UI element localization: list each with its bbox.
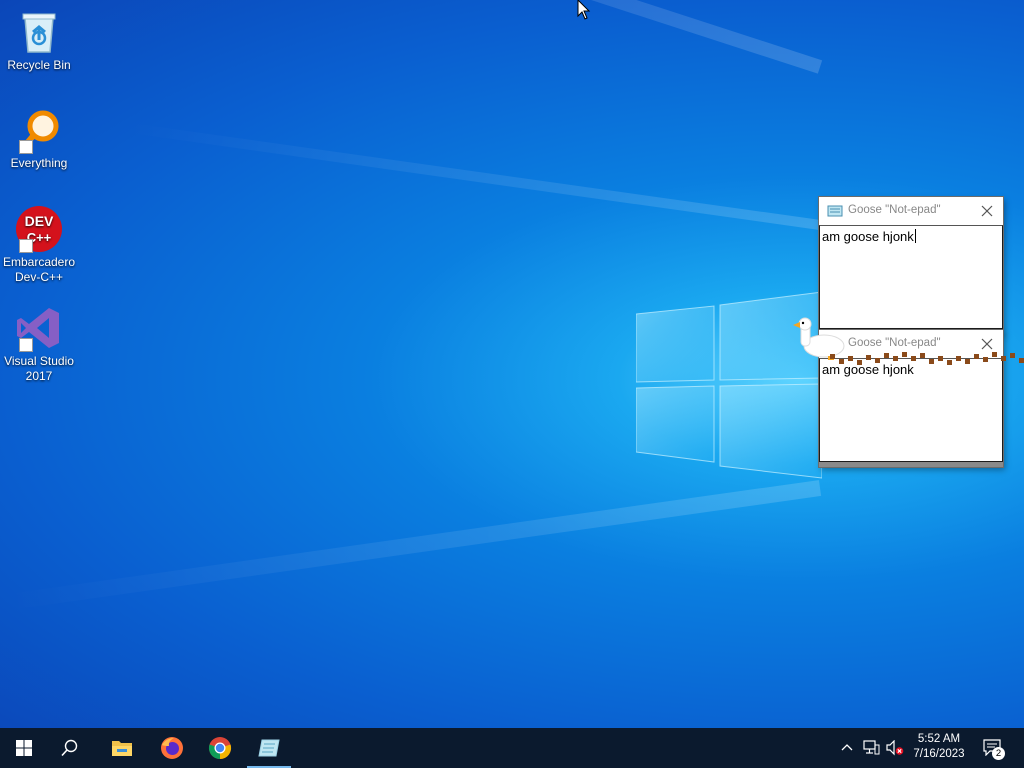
desktop-icon-everything[interactable]: Everything: [0, 106, 78, 171]
desktop-icon-devcpp[interactable]: DEV C++ Embarcadero Dev-C++: [0, 205, 78, 285]
shortcut-arrow-icon: [19, 140, 33, 154]
folder-icon: [112, 741, 132, 756]
desktop-icon-label: Recycle Bin: [7, 58, 71, 72]
text-caret: [914, 229, 916, 243]
footprint-mark: [1010, 353, 1015, 358]
footprint-mark: [938, 356, 943, 361]
footprint-mark: [893, 356, 898, 361]
search-icon: [61, 739, 78, 757]
footprint-mark: [920, 353, 925, 358]
desktop-icon-recycle-bin[interactable]: Recycle Bin: [0, 8, 78, 73]
volume-muted-icon: [886, 740, 904, 756]
footprint-mark: [974, 354, 979, 359]
footprint-mark: [992, 352, 997, 357]
desktop-icon-label: Everything: [10, 156, 68, 170]
footprint-mark: [848, 356, 853, 361]
recycle-bin-icon: [15, 8, 63, 56]
footprint-mark: [866, 355, 871, 360]
footprint-mark: [947, 360, 952, 365]
search-button[interactable]: [46, 728, 94, 768]
footprint-mark: [875, 358, 880, 363]
show-hidden-icons-button[interactable]: [836, 728, 856, 768]
volume-button[interactable]: [884, 728, 906, 768]
footprint-mark: [956, 356, 961, 361]
firefox-icon: [161, 737, 183, 759]
title-bar[interactable]: Goose "Not-epad": [819, 197, 1003, 225]
close-icon[interactable]: [977, 201, 997, 221]
footprint-mark: [884, 353, 889, 358]
footprint-mark: [839, 359, 844, 364]
footprint-mark: [1019, 358, 1024, 363]
note-text: am goose hjonk: [822, 229, 914, 244]
footprint-mark: [983, 357, 988, 362]
desktop-icon-label: Visual Studio 2017: [4, 354, 74, 383]
visual-studio-icon: [15, 304, 63, 352]
devcpp-icon: DEV C++: [15, 205, 63, 253]
window-bottom-edge: [819, 462, 1003, 467]
chevron-up-icon: [841, 744, 853, 751]
windows-logo-icon: [16, 740, 32, 756]
window-title: Goose "Not-epad": [848, 204, 941, 216]
text-area[interactable]: am goose hjonk: [819, 358, 1003, 462]
goose-sprite[interactable]: [790, 314, 850, 364]
wallpaper-beam: [95, 0, 823, 74]
window-title: Goose "Not-epad": [848, 337, 941, 349]
desktop: Recycle Bin Everything DEV C++ Embarcade…: [0, 0, 1024, 728]
footprint-mark: [929, 359, 934, 364]
notification-count-badge: 2: [992, 747, 1005, 760]
footprint-mark: [1001, 356, 1006, 361]
clock-time: 5:52 AM: [917, 733, 961, 745]
shortcut-arrow-icon: [19, 338, 33, 352]
network-button[interactable]: [860, 728, 882, 768]
taskbar-file-explorer[interactable]: [98, 728, 146, 768]
taskbar-notepad[interactable]: [245, 728, 293, 768]
note-text: am goose hjonk: [822, 362, 914, 377]
clock[interactable]: 5:52 AM 7/16/2023: [906, 728, 972, 768]
network-icon: [863, 740, 880, 755]
clock-date: 7/16/2023: [913, 748, 965, 760]
wallpaper-beam: [6, 480, 822, 611]
footprint-mark: [830, 354, 835, 359]
wallpaper-beam: [126, 122, 821, 230]
close-icon[interactable]: [977, 334, 997, 354]
footprint-mark: [902, 352, 907, 357]
footprint-mark: [965, 359, 970, 364]
action-center-button[interactable]: 2: [976, 728, 1016, 768]
desktop-icon-visual-studio[interactable]: Visual Studio 2017: [0, 304, 78, 384]
start-button[interactable]: [0, 728, 48, 768]
taskbar: 5:52 AM 7/16/2023 2: [0, 728, 1024, 768]
taskbar-firefox[interactable]: [148, 728, 196, 768]
chrome-icon: [208, 737, 232, 760]
mouse-cursor-icon: [577, 0, 591, 20]
everything-search-icon: [15, 106, 63, 154]
notepad-icon: [827, 205, 843, 217]
footprint-mark: [857, 360, 862, 365]
svg-text:DEV: DEV: [25, 213, 54, 229]
footprint-mark: [911, 356, 916, 361]
shortcut-arrow-icon: [19, 239, 33, 253]
notepad-icon: [258, 739, 280, 757]
desktop-icon-label: Embarcadero Dev-C++: [2, 255, 76, 284]
taskbar-chrome[interactable]: [196, 728, 244, 768]
